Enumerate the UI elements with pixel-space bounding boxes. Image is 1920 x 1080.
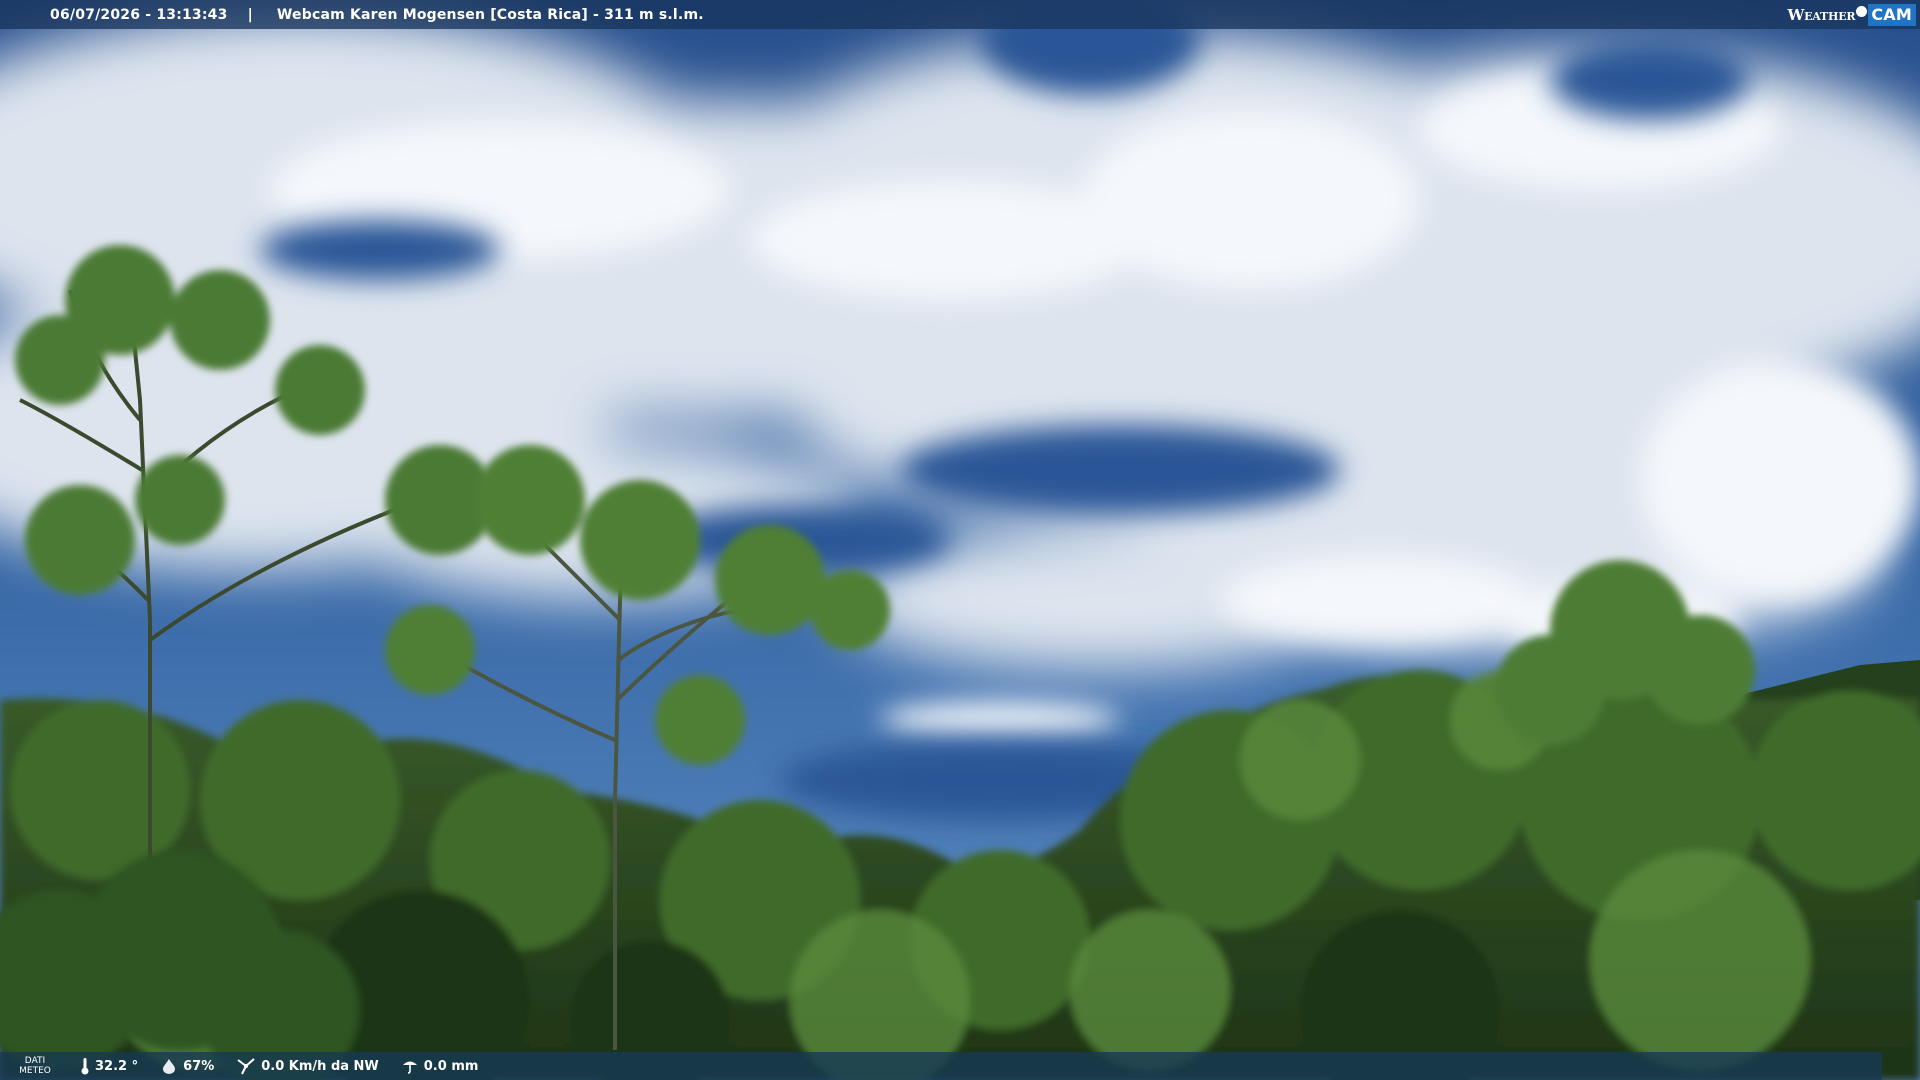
rain-readout: 0.0 mm	[401, 1058, 479, 1074]
thermometer-icon	[81, 1058, 89, 1075]
weathercam-logo: Weather CAM	[1787, 3, 1916, 26]
rain-icon	[402, 1061, 417, 1074]
weather-data-bar: DATI METEO 32.2 ° 67% 0.0 Km/h da NW 0.0…	[0, 1052, 1882, 1080]
wind-icon	[237, 1058, 255, 1075]
drop-icon	[163, 1059, 176, 1074]
webcam-frame: 06/07/2026 - 13:13:43 | Webcam Karen Mog…	[0, 0, 1920, 1080]
logo-word-weather: Weather	[1787, 5, 1856, 24]
timestamp: 06/07/2026 - 13:13:43	[50, 6, 228, 23]
top-info-bar: 06/07/2026 - 13:13:43 | Webcam Karen Mog…	[0, 0, 1920, 29]
label-line1: DATI	[24, 1056, 46, 1066]
webcam-title: Webcam Karen Mogensen [Costa Rica] - 311…	[276, 6, 704, 23]
humidity-value: 67%	[183, 1058, 215, 1074]
logo-word-cam: CAM	[1868, 3, 1916, 26]
separator: |	[247, 6, 253, 23]
temperature-value: 32.2 °	[95, 1058, 139, 1074]
webcam-image	[0, 0, 1920, 1080]
temperature-readout: 32.2 °	[80, 1057, 138, 1075]
weather-data-label: DATI METEO	[0, 1056, 70, 1076]
label-line2: METEO	[19, 1066, 51, 1076]
wind-value: 0.0 Km/h da NW	[261, 1058, 379, 1074]
humidity-readout: 67%	[160, 1058, 214, 1074]
logo-dot-icon	[1856, 6, 1868, 17]
rain-value: 0.0 mm	[423, 1058, 479, 1074]
wind-readout: 0.0 Km/h da NW	[236, 1057, 379, 1075]
